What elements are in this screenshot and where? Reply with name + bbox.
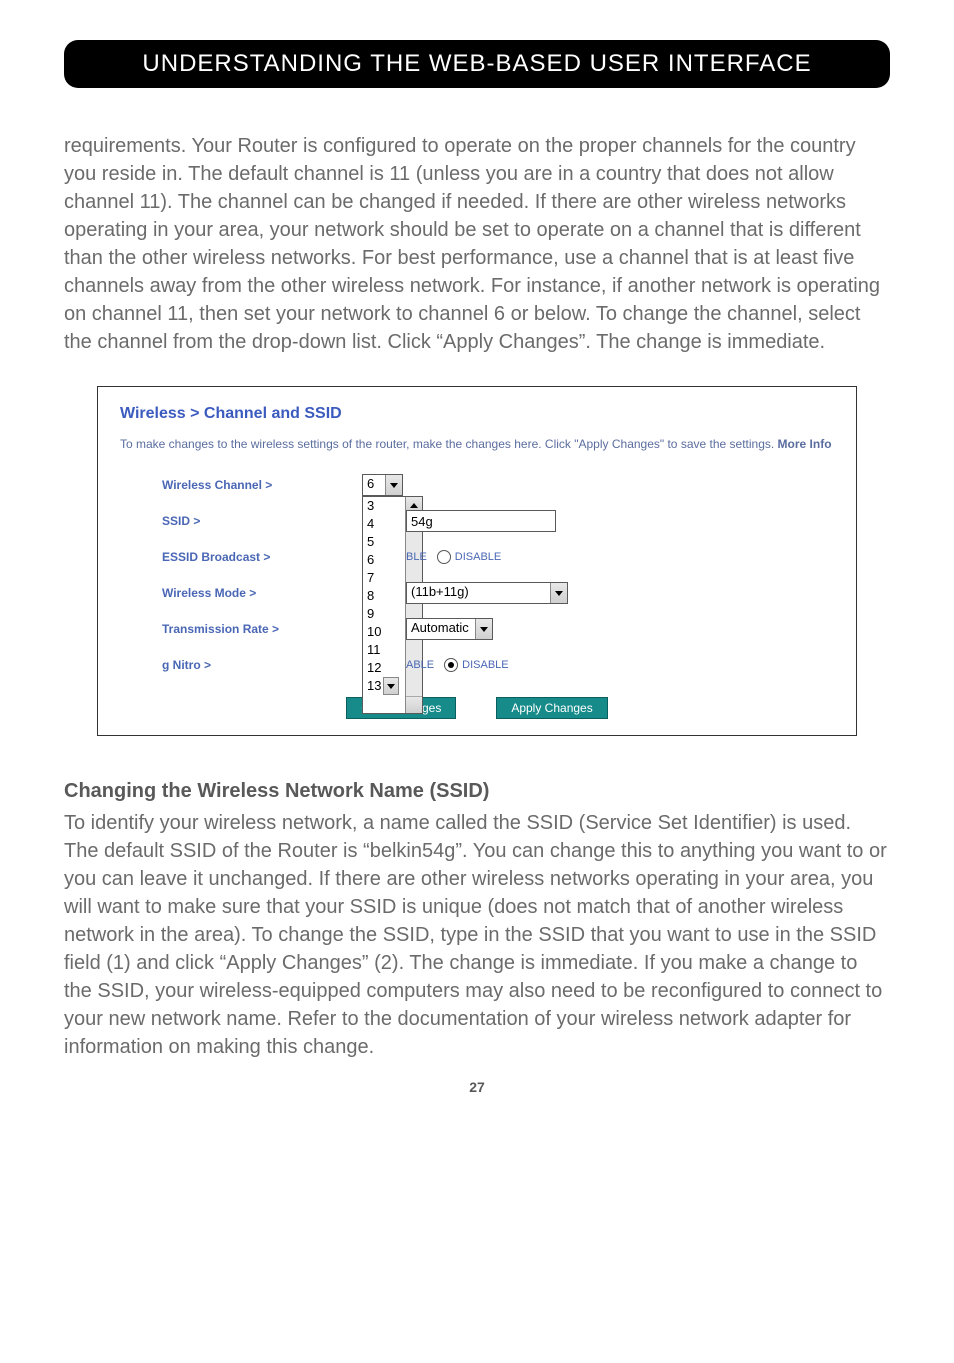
- ssid-input[interactable]: [406, 510, 556, 532]
- apply-changes-button[interactable]: Apply Changes: [496, 697, 607, 719]
- label-g-nitro: g Nitro >: [162, 658, 362, 672]
- row-essid-broadcast: ESSID Broadcast > BLE DISABLE: [120, 539, 834, 575]
- section-heading-ssid: Changing the Wireless Network Name (SSID…: [64, 780, 890, 803]
- wireless-mode-value: (11b+11g): [407, 583, 550, 603]
- row-g-nitro: g Nitro > ABLE DISABLE: [120, 647, 834, 683]
- nitro-able-partial: ABLE: [406, 659, 434, 671]
- intro-paragraph: requirements. Your Router is configured …: [64, 132, 890, 356]
- row-wireless-mode: Wireless Mode > (11b+11g): [120, 575, 834, 611]
- scroll-down-icon[interactable]: [406, 696, 422, 713]
- label-essid-broadcast: ESSID Broadcast >: [162, 550, 362, 564]
- essid-disable-label: DISABLE: [455, 551, 501, 563]
- row-ssid: SSID >: [120, 503, 834, 539]
- chevron-down-icon[interactable]: [475, 619, 492, 639]
- label-transmission-rate: Transmission Rate >: [162, 622, 362, 636]
- page-number: 27: [64, 1079, 890, 1095]
- wireless-mode-select[interactable]: (11b+11g): [406, 582, 568, 604]
- essid-enable-partial: BLE: [406, 551, 427, 563]
- row-wireless-channel: Wireless Channel > 6 3 4 5 6 7 8: [120, 467, 834, 503]
- form-area: Wireless Channel > 6 3 4 5 6 7 8: [120, 467, 834, 683]
- panel-intro-text: To make changes to the wireless settings…: [120, 437, 778, 451]
- essid-disable-radio[interactable]: DISABLE: [437, 550, 501, 564]
- page-title-bar: UNDERSTANDING THE WEB-BASED USER INTERFA…: [64, 40, 890, 88]
- row-transmission-rate: Transmission Rate > Automatic: [120, 611, 834, 647]
- label-wireless-channel: Wireless Channel >: [162, 478, 362, 492]
- chevron-down-icon[interactable]: [385, 475, 402, 495]
- label-wireless-mode: Wireless Mode >: [162, 586, 362, 600]
- page-title: UNDERSTANDING THE WEB-BASED USER INTERFA…: [142, 50, 811, 77]
- nitro-disable-radio[interactable]: DISABLE: [444, 658, 508, 672]
- section-body-ssid: To identify your wireless network, a nam…: [64, 809, 890, 1061]
- panel-intro: To make changes to the wireless settings…: [120, 437, 834, 451]
- transmission-rate-select[interactable]: Automatic: [406, 618, 493, 640]
- settings-panel: Wireless > Channel and SSID To make chan…: [97, 386, 857, 736]
- chevron-down-icon[interactable]: [550, 583, 567, 603]
- radio-icon: [444, 658, 458, 672]
- wireless-channel-value: 6: [363, 475, 385, 495]
- wireless-channel-select[interactable]: 6: [362, 474, 403, 496]
- transmission-rate-value: Automatic: [407, 619, 475, 639]
- radio-icon: [437, 550, 451, 564]
- nitro-disable-label: DISABLE: [462, 659, 508, 671]
- more-info-link[interactable]: More Info: [778, 437, 832, 451]
- button-bar: Clear Changes Apply Changes: [120, 697, 834, 719]
- panel-title: Wireless > Channel and SSID: [120, 405, 834, 423]
- label-ssid: SSID >: [162, 514, 362, 528]
